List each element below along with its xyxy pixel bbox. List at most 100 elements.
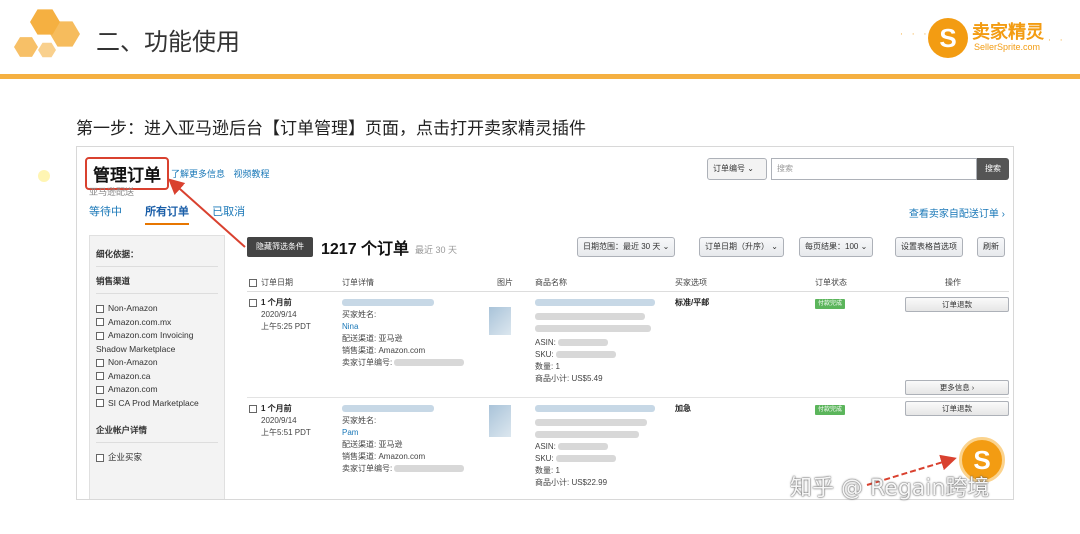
tab-pending[interactable]: 等待中 xyxy=(89,203,122,223)
tab-cancelled[interactable]: 已取消 xyxy=(212,203,245,223)
order-id-redacted[interactable] xyxy=(342,297,434,309)
col-actions: 操作 xyxy=(945,278,961,287)
order-date-sort-select[interactable]: 订单日期（升序） ⌄ xyxy=(699,237,784,257)
slide-title: 二、功能使用 xyxy=(96,28,240,56)
product-image[interactable] xyxy=(489,307,511,335)
product-title-redacted[interactable] xyxy=(535,403,655,415)
sales-channel: 销售渠道: Amazon.com xyxy=(342,452,426,461)
product-title-redacted xyxy=(535,311,645,323)
sku: SKU: xyxy=(535,453,616,465)
channel-option[interactable]: Amazon.com Invoicing Shadow Marketplace xyxy=(96,329,218,356)
sku: SKU: xyxy=(535,349,616,361)
search-input[interactable]: 搜索 xyxy=(771,158,977,180)
cursor-highlight xyxy=(38,170,50,182)
row-ago: 1 个月前 xyxy=(249,403,292,415)
table-prefs-button[interactable]: 设置表格首选项 xyxy=(895,237,963,257)
refresh-button[interactable]: 刷新 xyxy=(977,237,1005,257)
refund-order-button[interactable]: 订单退款 xyxy=(905,401,1009,416)
channel-option[interactable]: Amazon.ca xyxy=(96,370,218,384)
row-checkbox[interactable] xyxy=(249,404,257,413)
tab-all-orders[interactable]: 所有订单 xyxy=(145,203,190,225)
buyer-name[interactable]: Nina xyxy=(342,321,358,333)
filter-sidebar: 细化依据： 销售渠道 Non-Amazon Amazon.com.mx Amaz… xyxy=(89,235,225,499)
order-id-redacted[interactable] xyxy=(342,403,434,415)
fulfillment-channel: 配送渠道: 亚马逊 xyxy=(342,334,403,343)
checkbox[interactable] xyxy=(96,318,104,327)
date-range-select[interactable]: 日期范围：最近 30 天 ⌄ xyxy=(577,237,676,257)
brand-sub: SellerSprite.com xyxy=(974,42,1041,52)
sales-channel-heading: 销售渠道 xyxy=(96,275,218,294)
asin: ASIN: xyxy=(535,441,609,453)
sales-channel: 销售渠道: Amazon.com xyxy=(342,346,426,355)
chevron-down-icon: ⌄ xyxy=(771,242,778,251)
checkbox[interactable] xyxy=(96,399,104,408)
row-ago: 1 个月前 xyxy=(249,297,292,309)
header-rule xyxy=(0,74,1080,79)
order-tabs: 等待中 所有订单 已取消 xyxy=(89,203,265,225)
checkbox[interactable] xyxy=(96,372,104,381)
dots-decoration: · · · xyxy=(900,30,930,40)
seller-order-id: 卖家订单编号: xyxy=(342,357,465,369)
status-badge: 付款完成 xyxy=(815,405,845,415)
col-buyer-options: 买家选项 xyxy=(675,278,707,287)
search-button[interactable]: 搜索 xyxy=(977,158,1009,180)
chevron-down-icon: ⌄ xyxy=(747,164,754,173)
subtotal: 商品小计: US$5.49 xyxy=(535,374,603,383)
seller-order-id: 卖家订单编号: xyxy=(342,463,465,475)
product-title-redacted xyxy=(535,417,647,429)
product-image[interactable] xyxy=(489,405,511,437)
more-info-button[interactable]: 更多信息 › xyxy=(905,380,1009,395)
buyer-label: 买家姓名: xyxy=(342,310,377,319)
per-page-select[interactable]: 每页结果：100 ⌄ xyxy=(799,237,874,257)
shipping-option: 标准/平邮 xyxy=(675,298,710,307)
product-title-redacted[interactable] xyxy=(535,297,655,309)
search-type-select[interactable]: 订单编号 ⌄ xyxy=(707,158,767,180)
sellersprite-logo-icon: S xyxy=(928,18,968,58)
row-time: 上午5:25 PDT xyxy=(261,322,311,331)
status-badge: 付款完成 xyxy=(815,299,845,309)
col-product-name: 商品名称 xyxy=(535,278,567,287)
channel-option[interactable]: Non-Amazon xyxy=(96,302,218,316)
self-ship-orders-link[interactable]: 查看卖家自配送订单 › xyxy=(909,205,1005,220)
col-order-date[interactable]: 订单日期 xyxy=(249,277,293,288)
checkbox[interactable] xyxy=(96,453,104,462)
learn-more-link[interactable]: 了解更多信息 xyxy=(171,169,225,179)
select-all-checkbox[interactable] xyxy=(249,278,257,287)
quantity: 数量: 1 xyxy=(535,362,560,371)
channel-option[interactable]: Amazon.com.mx xyxy=(96,316,218,330)
row-date: 2020/9/14 xyxy=(261,416,297,425)
hexagon-decoration xyxy=(14,37,38,57)
row-date: 2020/9/14 xyxy=(261,310,297,319)
search-type-label: 订单编号 xyxy=(713,164,745,173)
checkbox[interactable] xyxy=(96,358,104,367)
watermark: 知乎 @ Regain跨境 xyxy=(790,476,990,501)
channel-option[interactable]: Amazon.com xyxy=(96,383,218,397)
channel-option[interactable]: SI CA Prod Marketplace xyxy=(96,397,218,411)
row-time: 上午5:51 PDT xyxy=(261,428,311,437)
order-count: 1217 个订单 xyxy=(321,241,410,258)
row-checkbox[interactable] xyxy=(249,298,257,307)
channel-option[interactable]: Non-Amazon xyxy=(96,356,218,370)
checkbox[interactable] xyxy=(96,385,104,394)
help-links: 了解更多信息 视频教程 xyxy=(171,167,276,180)
buyer-name[interactable]: Pam xyxy=(342,427,358,439)
hide-filters-button[interactable]: 隐藏筛选条件 xyxy=(247,237,313,257)
checkbox[interactable] xyxy=(96,331,104,340)
shipping-option: 加急 xyxy=(675,404,691,413)
checkbox[interactable] xyxy=(96,304,104,313)
asin: ASIN: xyxy=(535,337,609,349)
brand-logo: S 卖家精灵 SellerSprite.com xyxy=(928,14,1078,64)
product-title-redacted xyxy=(535,429,639,441)
refund-order-button[interactable]: 订单退款 xyxy=(905,297,1009,312)
chevron-down-icon: ⌄ xyxy=(662,242,670,251)
brand-name: 卖家精灵 xyxy=(972,22,1044,43)
video-tutorial-link[interactable]: 视频教程 xyxy=(234,169,270,179)
seller-central-screenshot: 管理订单 了解更多信息 视频教程 亚马逊配送 等待中 所有订单 已取消 查看卖家… xyxy=(76,146,1014,500)
buyer-label: 买家姓名: xyxy=(342,416,377,425)
table-header-rule xyxy=(247,291,1009,292)
business-account-heading: 企业帐户详情 xyxy=(96,424,218,443)
business-buyer-option[interactable]: 企业买家 xyxy=(96,451,218,465)
hexagon-decoration xyxy=(38,42,56,58)
refine-heading: 细化依据： xyxy=(96,248,218,267)
quantity: 数量: 1 xyxy=(535,466,560,475)
